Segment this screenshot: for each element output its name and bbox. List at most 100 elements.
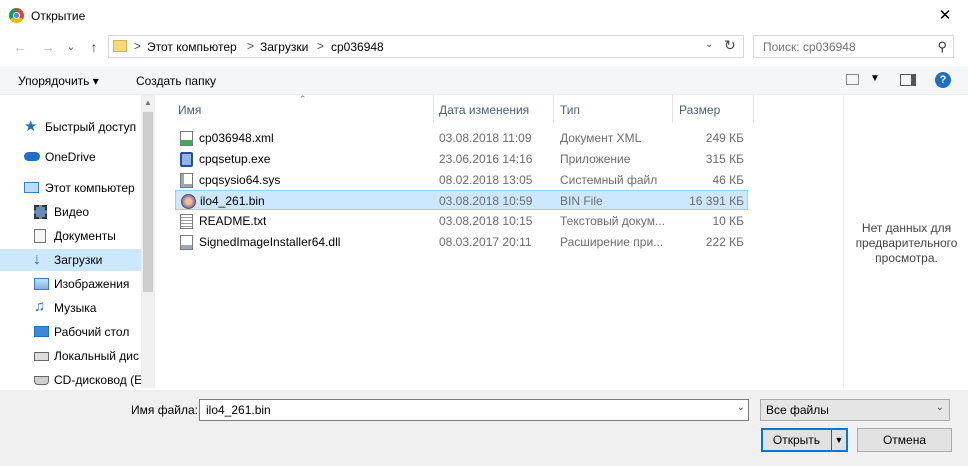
- search-box[interactable]: ⚲: [753, 35, 954, 58]
- exe-file-icon: [180, 152, 193, 167]
- sidebar-item-documents[interactable]: Документы: [0, 225, 141, 247]
- computer-icon: [24, 182, 39, 193]
- breadcrumb-this-pc[interactable]: Этот компьютер: [147, 40, 237, 54]
- column-divider[interactable]: [753, 95, 754, 123]
- view-dropdown-chevron-icon[interactable]: ▼: [870, 73, 880, 84]
- sidebar-item-pictures[interactable]: Изображения: [0, 273, 141, 295]
- file-row[interactable]: cpqsetup.exe 23.06.2016 14:16 Приложение…: [175, 149, 748, 169]
- open-file-dialog: Открытие ✕ ← → ⌄ ↑ > Этот компьютер > За…: [0, 0, 968, 466]
- video-icon: [34, 205, 47, 219]
- file-type: Расширение при...: [560, 235, 664, 249]
- column-header-size[interactable]: Размер: [679, 103, 720, 117]
- sidebar-item-label: Музыка: [54, 301, 97, 315]
- column-divider[interactable]: [433, 95, 434, 123]
- column-header-name[interactable]: Имя: [178, 103, 201, 117]
- drive-icon: [34, 352, 49, 361]
- close-button[interactable]: ✕: [922, 0, 968, 32]
- address-bar[interactable]: > Этот компьютер > Загрузки > cp036948 ⌄…: [108, 35, 744, 58]
- file-name: cpqsysio64.sys: [199, 173, 281, 187]
- sidebar-item-quick-access[interactable]: ★ Быстрый доступ: [0, 116, 141, 138]
- filename-field[interactable]: ⌄: [199, 399, 749, 421]
- file-date: 03.08.2018 11:09: [439, 131, 532, 145]
- desktop-icon: [34, 326, 49, 337]
- sidebar-item-onedrive[interactable]: OneDrive: [0, 146, 141, 168]
- sidebar-item-label: Документы: [54, 229, 116, 243]
- sidebar-item-video[interactable]: Видео: [0, 201, 141, 223]
- navigation-scrollbar[interactable]: ▲: [141, 95, 155, 388]
- file-date: 08.03.2017 20:11: [439, 235, 532, 249]
- window-title: Открытие: [31, 9, 86, 23]
- open-button-label: Открыть: [772, 433, 821, 447]
- filename-input[interactable]: [204, 402, 728, 418]
- filetype-chevron-icon: ⌄: [935, 402, 944, 413]
- column-divider[interactable]: [672, 95, 673, 123]
- sidebar-item-cd-drive[interactable]: CD-дисковод (E: [0, 369, 142, 388]
- file-row[interactable]: SignedImageInstaller64.dll 08.03.2017 20…: [175, 232, 748, 252]
- file-row[interactable]: README.txt 03.08.2018 10:15 Текстовый до…: [175, 211, 748, 231]
- breadcrumb-separator[interactable]: >: [317, 39, 324, 53]
- sidebar-item-local-disk[interactable]: Локальный дис: [0, 345, 141, 367]
- filetype-value: Все файлы: [766, 403, 829, 417]
- refresh-icon[interactable]: ↻: [724, 37, 736, 54]
- sidebar-item-label: Этот компьютер: [45, 181, 135, 195]
- column-divider[interactable]: [553, 95, 554, 123]
- column-header-date[interactable]: Дата изменения: [439, 103, 529, 117]
- documents-icon: [34, 229, 46, 243]
- title-bar: Открытие ✕: [0, 0, 968, 32]
- back-arrow-icon[interactable]: ←: [12, 39, 28, 55]
- file-name: cpqsetup.exe: [199, 152, 271, 166]
- file-size: 249 КБ: [705, 131, 744, 145]
- scrollbar-thumb[interactable]: [143, 112, 153, 292]
- file-row[interactable]: cpqsysio64.sys 08.02.2018 13:05 Системны…: [175, 170, 748, 190]
- bin-file-icon: [181, 194, 196, 209]
- filename-dropdown-chevron-icon[interactable]: ⌄: [737, 402, 745, 413]
- sidebar-item-music[interactable]: ♫ Музыка: [0, 297, 141, 319]
- recent-locations-chevron-icon[interactable]: ⌄: [63, 39, 79, 55]
- new-folder-button[interactable]: Создать папку: [136, 74, 216, 88]
- organize-button[interactable]: Упорядочить ▾: [18, 74, 99, 88]
- scroll-up-arrow-icon[interactable]: ▲: [144, 98, 152, 107]
- file-name: ilo4_261.bin: [200, 194, 265, 208]
- preview-pane: Нет данных для предварительного просмотр…: [843, 95, 968, 388]
- file-size: 315 КБ: [705, 152, 744, 166]
- file-row-selected[interactable]: ilo4_261.bin 03.08.2018 10:59 BIN File 1…: [175, 190, 748, 210]
- open-button[interactable]: Открыть ▼: [761, 428, 848, 452]
- breadcrumb-downloads[interactable]: Загрузки: [260, 40, 308, 54]
- dll-file-icon: [180, 235, 193, 250]
- file-type: Приложение: [560, 152, 631, 166]
- column-header-type[interactable]: Тип: [560, 103, 580, 117]
- filetype-select[interactable]: Все файлы ⌄: [760, 399, 950, 421]
- cloud-icon: [24, 152, 40, 161]
- up-arrow-icon[interactable]: ↑: [86, 39, 102, 55]
- navigation-pane: ★ Быстрый доступ OneDrive Этот компьютер…: [0, 95, 155, 388]
- breadcrumb-current-folder[interactable]: cp036948: [331, 40, 384, 54]
- cancel-button[interactable]: Отмена: [857, 428, 952, 452]
- address-dropdown-chevron-icon[interactable]: ⌄: [705, 39, 713, 50]
- search-icon[interactable]: ⚲: [937, 39, 947, 55]
- file-date: 08.02.2018 13:05: [439, 173, 533, 187]
- chrome-icon: [9, 8, 24, 23]
- search-input[interactable]: [761, 39, 935, 55]
- breadcrumb-separator[interactable]: >: [247, 39, 254, 53]
- file-date: 03.08.2018 10:59: [439, 194, 533, 208]
- open-split-chevron-icon[interactable]: ▼: [831, 430, 846, 450]
- breadcrumb-separator[interactable]: >: [134, 39, 141, 53]
- view-options-icon[interactable]: [846, 74, 859, 85]
- file-type: BIN File: [560, 194, 603, 208]
- music-icon: ♫: [34, 298, 46, 315]
- help-icon[interactable]: ?: [935, 72, 951, 88]
- filename-label: Имя файла:: [131, 403, 198, 417]
- xml-file-icon: [180, 131, 193, 146]
- sidebar-item-downloads[interactable]: ↓ Загрузки: [0, 249, 141, 271]
- file-name: SignedImageInstaller64.dll: [199, 235, 341, 249]
- preview-pane-icon[interactable]: [900, 74, 916, 86]
- sidebar-item-label: Загрузки: [54, 253, 103, 267]
- file-row[interactable]: cp036948.xml 03.08.2018 11:09 Документ X…: [175, 128, 748, 148]
- sidebar-item-desktop[interactable]: Рабочий стол: [0, 321, 141, 343]
- download-icon: ↓: [33, 251, 41, 268]
- file-size: 16 391 КБ: [689, 194, 744, 208]
- forward-arrow-icon[interactable]: →: [40, 39, 56, 55]
- sidebar-item-this-pc[interactable]: Этот компьютер: [0, 177, 141, 199]
- file-type: Документ XML: [560, 131, 642, 145]
- file-date: 03.08.2018 10:15: [439, 214, 533, 228]
